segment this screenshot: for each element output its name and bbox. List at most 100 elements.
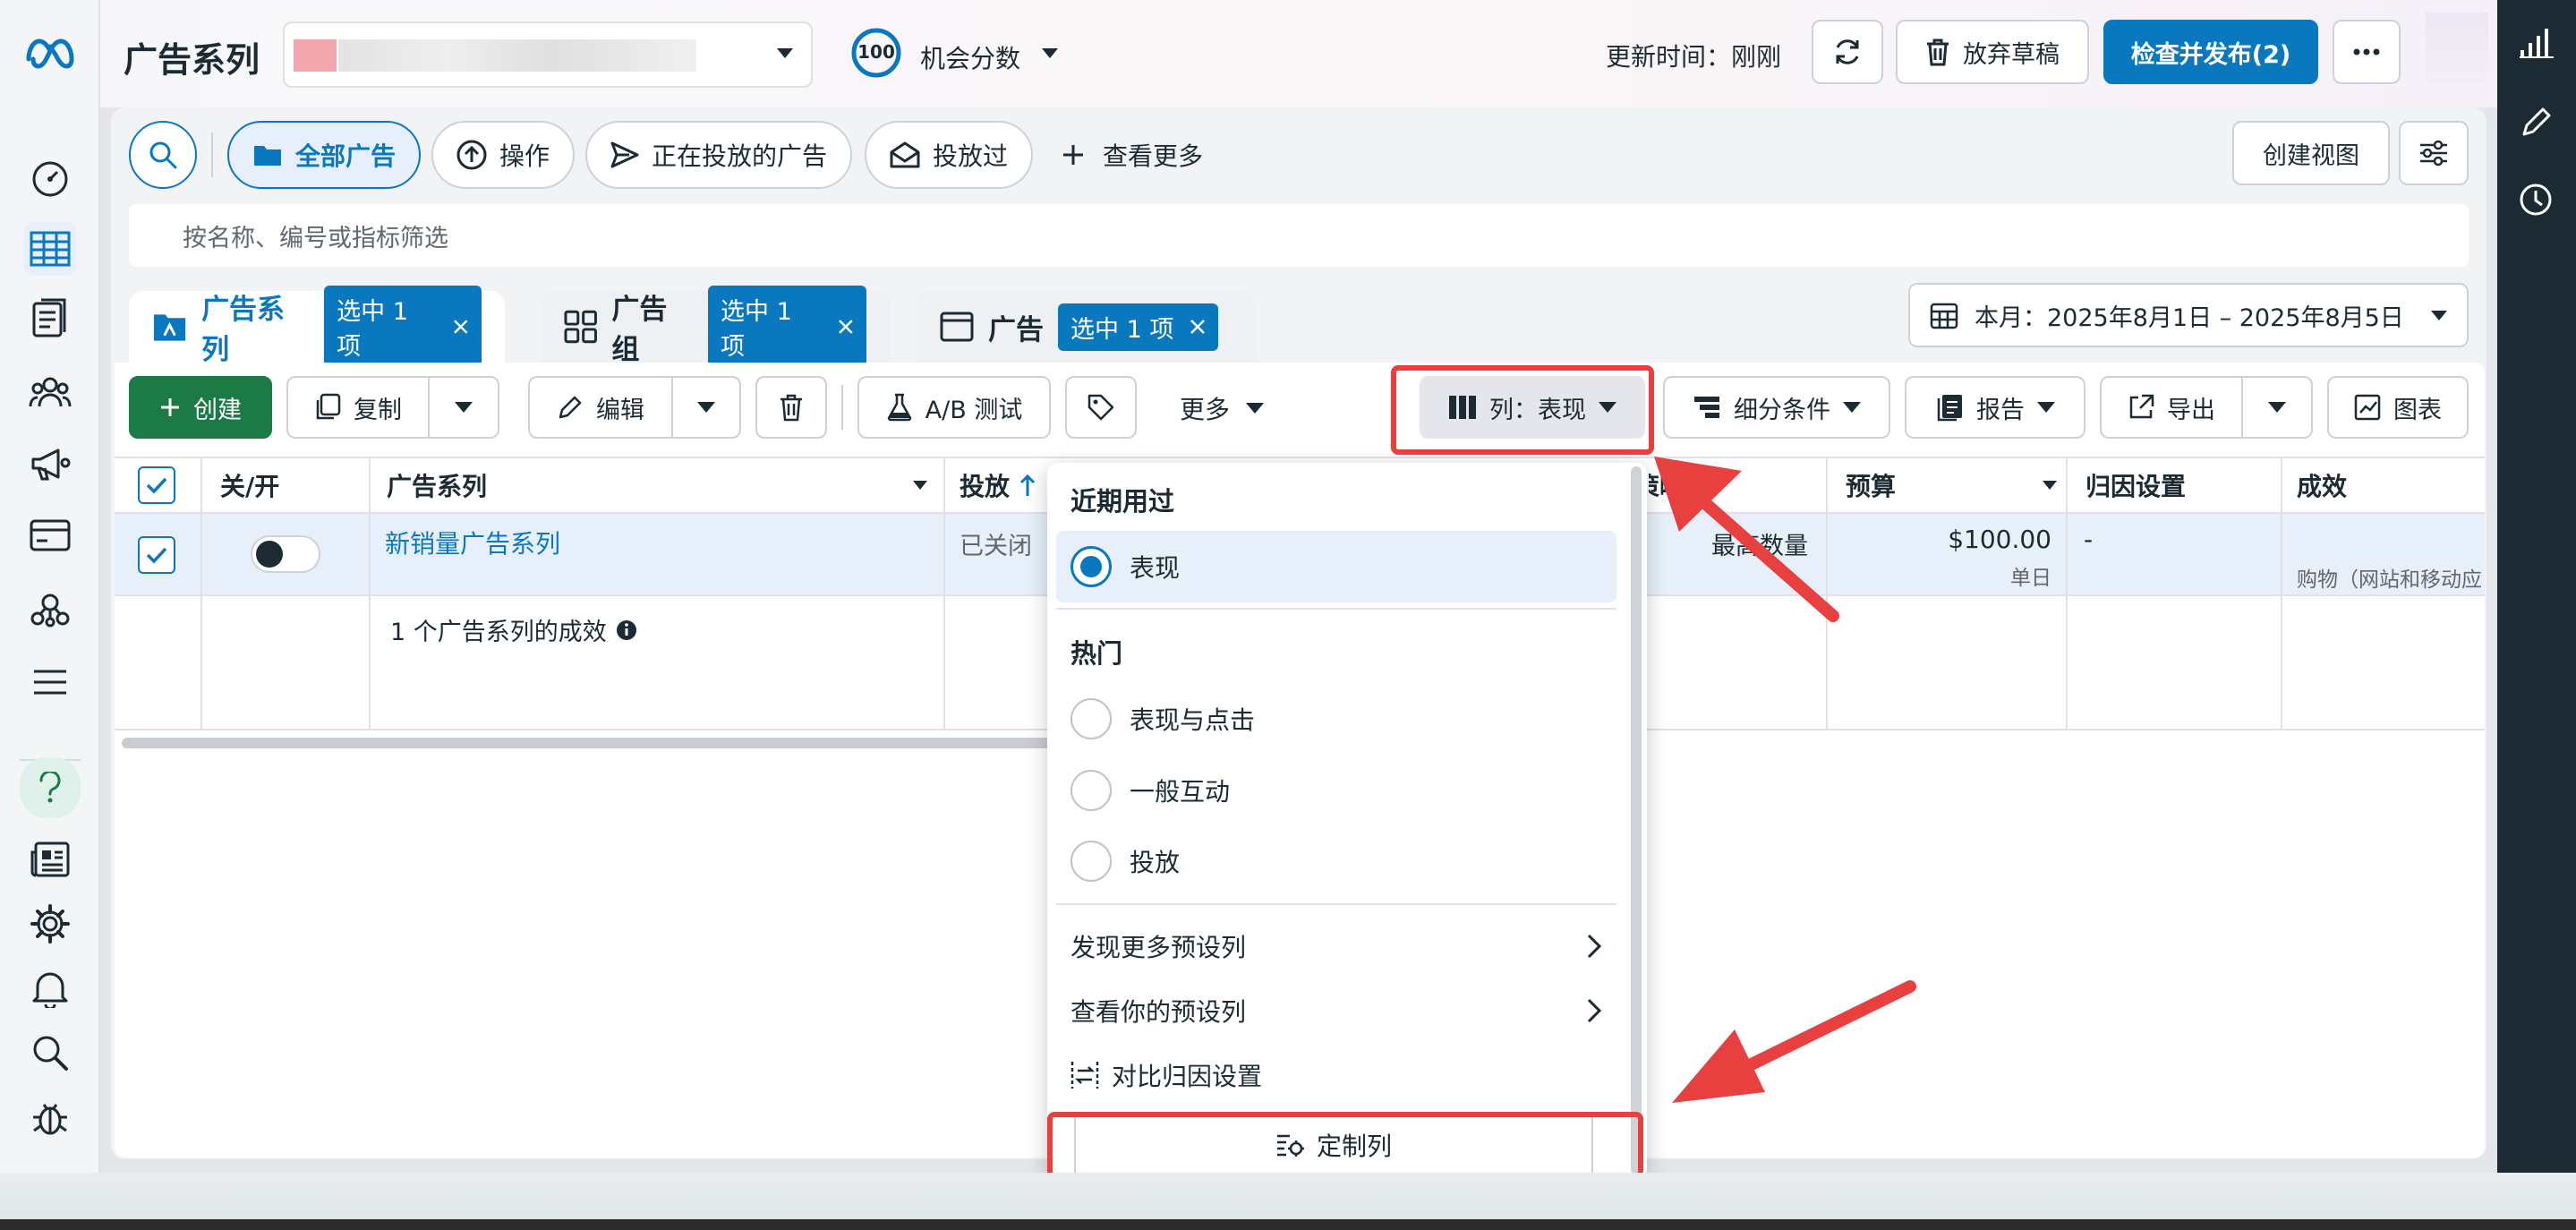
select-all-checkbox[interactable] <box>138 466 175 504</box>
tab-ads[interactable]: 广告 选中 1 项 <box>917 291 1257 363</box>
date-range-picker[interactable]: 本月：2025年8月1日 – 2025年8月5日 <box>1908 283 2469 347</box>
menu-icon[interactable] <box>23 655 77 709</box>
filter-operations[interactable]: 操作 <box>431 121 576 189</box>
tag-button[interactable] <box>1065 376 1137 439</box>
header-delivery[interactable]: 投放 <box>960 458 1036 512</box>
more-actions-button[interactable]: 更多 <box>1180 390 1265 426</box>
ab-test-button[interactable]: A/B 测试 <box>857 376 1051 439</box>
header-attribution[interactable]: 归因设置 <box>2086 458 2186 512</box>
bug-report-icon[interactable] <box>23 1090 77 1144</box>
campaign-name-link[interactable]: 新销量广告系列 <box>385 525 560 560</box>
tab-ad-sets[interactable]: 广告组 选中 1 项 <box>541 286 890 368</box>
see-more-filters[interactable]: 查看更多 <box>1062 134 1203 175</box>
search-input[interactable]: 按名称、编号或指标筛选 <box>129 204 2469 267</box>
ad-sets-selected-label: 选中 1 项 <box>720 298 792 361</box>
bar-chart-icon[interactable] <box>2519 27 2555 59</box>
chevron-down-icon[interactable] <box>1042 48 1058 58</box>
account-name-redacted <box>294 39 337 72</box>
audiences-icon[interactable] <box>23 365 77 419</box>
notifications-bell-icon[interactable] <box>23 961 77 1015</box>
edit-dropdown-button[interactable] <box>671 376 741 439</box>
discover-more-presets[interactable]: 发现更多预设列 <box>1056 910 1616 982</box>
header-campaign-name[interactable]: 广告系列 <box>387 458 927 512</box>
more-options-button[interactable] <box>2333 20 2401 84</box>
compare-attribution-settings[interactable]: 对比归因设置 <box>1056 1039 1616 1111</box>
settings-gear-icon[interactable] <box>23 897 77 951</box>
export-icon <box>2129 394 2154 419</box>
dashboard-gauge-icon[interactable] <box>23 150 77 204</box>
export-button[interactable]: 导出 <box>2100 376 2243 439</box>
create-button[interactable]: 创建 <box>129 376 272 439</box>
filter-active-ads[interactable]: 正在投放的广告 <box>585 121 853 189</box>
summary-text: 1 个广告系列的成效 <box>390 612 637 647</box>
billing-card-icon[interactable] <box>23 508 77 562</box>
header-toggle: 关/开 <box>220 472 280 501</box>
filter-delivered[interactable]: 投放过 <box>865 121 1034 189</box>
opportunity-score-label[interactable]: 机会分数 <box>920 39 1020 75</box>
chart-icon <box>2354 394 2381 421</box>
campaign-table-icon[interactable] <box>23 222 77 276</box>
sort-ascending-icon <box>1019 474 1036 496</box>
see-more-label: 查看更多 <box>1103 141 1204 171</box>
radio-unselected <box>1070 698 1112 739</box>
close-icon[interactable] <box>453 319 469 335</box>
view-settings-button[interactable] <box>2399 121 2469 185</box>
menu-divider <box>1056 903 1616 905</box>
preset-delivery[interactable]: 投放 <box>1056 825 1616 897</box>
tab-ad-sets-label: 广告组 <box>611 294 668 366</box>
info-icon[interactable] <box>616 619 637 641</box>
history-clock-icon[interactable] <box>2519 183 2553 217</box>
delete-button[interactable] <box>755 376 827 439</box>
close-icon[interactable] <box>1190 319 1206 335</box>
header-budget[interactable]: 预算 <box>1846 458 2057 512</box>
help-icon[interactable] <box>20 757 81 818</box>
preset-engagement[interactable]: 一般互动 <box>1056 755 1616 826</box>
close-icon[interactable] <box>838 319 854 335</box>
ads-selected-tag[interactable]: 选中 1 项 <box>1058 303 1219 351</box>
campaign-toggle-switch[interactable] <box>251 535 320 573</box>
account-selector[interactable] <box>283 21 813 88</box>
edit-pencil-icon[interactable] <box>2521 106 2553 138</box>
recent-header: 近期用过 <box>1070 486 1175 517</box>
refresh-button[interactable] <box>1812 20 1883 84</box>
reports-button[interactable]: 报告 <box>1905 376 2086 439</box>
news-icon[interactable] <box>23 833 77 886</box>
view-your-presets[interactable]: 查看你的预设列 <box>1056 975 1616 1046</box>
opportunity-score-ring[interactable]: 100 <box>850 27 902 79</box>
charts-button[interactable]: 图表 <box>2327 376 2469 439</box>
edit-button[interactable]: 编辑 <box>528 376 673 439</box>
filter-all-ads[interactable]: 全部广告 <box>227 121 422 189</box>
tab-campaigns[interactable]: 广告系列 选中 1 项 <box>129 286 505 368</box>
megaphone-icon[interactable] <box>23 437 77 491</box>
chevron-down-icon <box>1843 402 1861 413</box>
header-results[interactable]: 成效 <box>2297 458 2347 512</box>
preset-performance-clicks[interactable]: 表现与点击 <box>1056 683 1616 755</box>
pages-icon[interactable] <box>23 292 77 346</box>
copy-label: 复制 <box>354 396 402 424</box>
trash-icon <box>780 394 802 422</box>
preset-performance[interactable]: 表现 <box>1056 531 1616 602</box>
screen-bottom-edge <box>0 1219 2576 1230</box>
export-dropdown-button[interactable] <box>2241 376 2313 439</box>
copy-dropdown-button[interactable] <box>428 376 499 439</box>
row-checkbox[interactable] <box>138 536 175 574</box>
breakdown-label: 细分条件 <box>1734 396 1830 424</box>
ad-sets-selected-tag[interactable]: 选中 1 项 <box>707 286 866 368</box>
events-manager-icon[interactable] <box>23 580 77 634</box>
right-side-panel <box>2497 0 2576 1173</box>
breakdown-button[interactable]: 细分条件 <box>1663 376 1890 439</box>
send-icon <box>610 141 639 168</box>
header-campaign-label: 广告系列 <box>387 472 488 501</box>
budget-value[interactable]: $100.00 <box>1844 525 2051 554</box>
plus-icon <box>1063 145 1083 165</box>
create-view-button[interactable]: 创建视图 <box>2232 121 2390 185</box>
discard-draft-button[interactable]: 放弃草稿 <box>1896 20 2089 84</box>
horizontal-scrollbar[interactable] <box>122 738 1053 748</box>
copy-button[interactable]: 复制 <box>286 376 430 439</box>
campaigns-selected-tag[interactable]: 选中 1 项 <box>324 286 482 368</box>
ellipsis-icon <box>2353 48 2380 56</box>
search-icon[interactable] <box>23 1026 77 1080</box>
review-publish-button[interactable]: 检查并发布(2) <box>2103 20 2318 84</box>
search-toggle-button[interactable] <box>129 121 197 189</box>
meta-logo-icon[interactable] <box>23 25 77 79</box>
